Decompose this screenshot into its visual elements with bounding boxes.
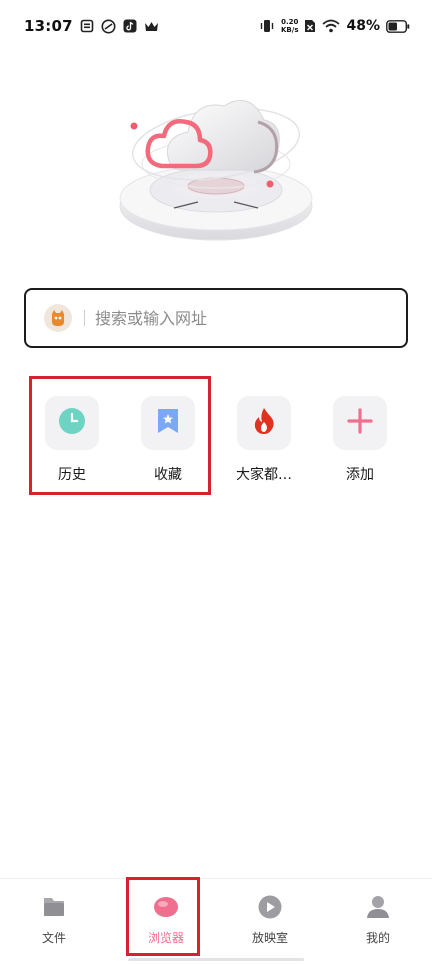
profile-icon [364,893,392,921]
shortcut-add-label: 添加 [346,467,374,483]
wifi-icon [322,19,341,33]
nav-item-profile[interactable]: 我的 [330,879,426,951]
network-speed-unit: KB/s [281,26,299,34]
search-divider [84,310,85,326]
crown-icon [144,20,159,33]
file-icon [40,893,68,921]
cloud-illustration [108,66,324,246]
nav-label-profile: 我的 [365,931,390,945]
network-speed: 0.20 KB/s [281,18,298,34]
play-icon [256,893,284,921]
battery-icon [386,19,410,33]
browser-logo-icon [44,304,72,332]
nav-label-files: 文件 [41,931,66,945]
message-icon [80,19,94,33]
battery-percent: 48% [346,18,380,34]
home-indicator[interactable] [128,958,304,961]
plus-icon [346,407,374,439]
network-speed-value: 0.20 [281,18,299,26]
history-tile[interactable] [45,396,99,450]
shortcut-favorites[interactable]: 收藏 [128,396,208,486]
shortcut-trending[interactable]: 大家都… [224,396,304,486]
shortcut-trending-label: 大家都… [236,467,292,483]
search-input[interactable] [95,308,375,328]
shortcut-favorites-label: 收藏 [154,467,182,483]
nav-item-files[interactable]: 文件 [6,879,102,951]
fire-icon [252,407,276,439]
browser-home-screen: 13:07 0.20 KB/s 48% 搜索或输入网址 历史 收藏 大家都… 添… [0,0,432,964]
trending-tile[interactable] [237,396,291,450]
browser-icon [152,893,180,921]
tiktok-icon [123,19,137,33]
nav-item-theater[interactable]: 放映室 [222,879,318,951]
shortcut-add[interactable]: 添加 [320,396,400,486]
status-time: 13:07 [24,17,73,35]
add-tile[interactable] [333,396,387,450]
nav-item-browser[interactable]: 浏览器 [118,879,214,951]
search-bar[interactable] [24,288,408,348]
status-bar: 13:07 0.20 KB/s 48% [0,0,432,52]
app-notification-icon [101,19,116,34]
shortcut-history-label: 历史 [58,467,86,483]
sim-blocked-icon [304,19,316,33]
vibrate-icon [259,19,275,33]
favorites-tile[interactable] [141,396,195,450]
bottom-nav: 文件 浏览器 放映室 我的 [0,878,432,964]
clock-icon [58,407,86,439]
nav-label-theater: 放映室 [251,931,288,945]
bookmark-icon [155,407,181,439]
shortcut-history[interactable]: 历史 [32,396,112,486]
nav-label-browser: 浏览器 [147,931,184,945]
